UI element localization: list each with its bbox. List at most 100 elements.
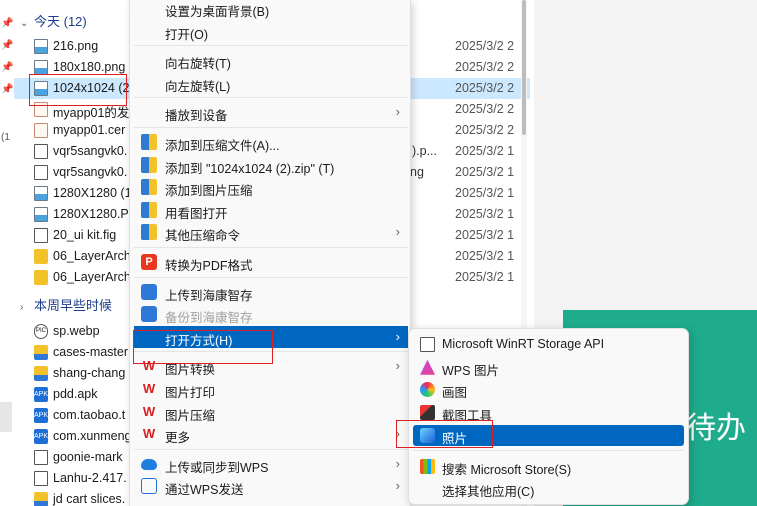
menu-separator [134, 97, 408, 99]
hik-icon [141, 306, 157, 323]
file-name: cases-master [53, 345, 129, 359]
open-with-submenu: Microsoft WinRT Storage API WPS 图片 画图 截图工具照… [408, 328, 689, 505]
file-name: vqr5sangvk0. [53, 144, 128, 158]
file-name: jd cart slices. [53, 492, 126, 506]
menu-item-label: 其他压缩命令 [165, 229, 241, 244]
menu-item-o[interactable]: 打开(O) [134, 20, 408, 42]
menu-item-item-10[interactable]: 添加到图片压缩 [134, 176, 408, 198]
menu-item-label: 上传或同步到WPS [165, 460, 269, 475]
png-file-icon [34, 207, 48, 222]
pin-icon: 📌 [1, 62, 14, 73]
webp-file-icon: PIC [34, 324, 48, 339]
group-header-earlier-this-week[interactable]: › 本周早些时候 [20, 295, 112, 314]
menu-item-item-16[interactable]: 上传到海康智存 [134, 281, 408, 303]
menu-item-item-17: 备份到海康智存 [134, 303, 408, 325]
submenu-item-c[interactable]: 选择其他应用(C) [413, 478, 684, 499]
folder-icon [34, 270, 48, 285]
menu-item-1024x1024-2-zip-t[interactable]: 添加到 "1024x1024 (2).zip" (T) [134, 154, 408, 176]
document-file-icon [34, 450, 48, 465]
file-name: com.taobao.t [53, 408, 126, 422]
pdf-icon: P [141, 254, 157, 270]
file-name: 1280X1280 (1 [53, 186, 132, 200]
menu-separator [413, 449, 684, 451]
menu-separator [134, 448, 408, 450]
file-name: goonie-mark [53, 450, 123, 464]
wps-icon: W [142, 403, 156, 419]
chevron-right-icon: › [395, 328, 400, 344]
wps-icon: W [142, 426, 156, 442]
chevron-right-icon: › [395, 478, 400, 494]
send-icon [141, 478, 157, 495]
document-icon [420, 337, 435, 352]
hik-icon [141, 283, 157, 300]
submenu-item-app-2[interactable]: 画图 [413, 379, 684, 400]
zip-folder-icon [34, 345, 48, 360]
scrollbar-thumb[interactable] [522, 0, 526, 135]
lanhu-app-icon [34, 471, 48, 486]
menu-item-b[interactable]: 设置为桌面背景(B) [134, 0, 408, 19]
annotation-box-selected-file [29, 74, 127, 106]
archive-icon [141, 224, 157, 241]
apk-file-icon: APK [34, 408, 48, 423]
file-name: 1280X1280.PI [53, 207, 133, 221]
menu-item-pdf[interactable]: P 转换为PDF格式 [134, 251, 408, 273]
snipping-tool-icon [420, 405, 435, 421]
menu-item-item-22[interactable]: W 图片压缩 [134, 401, 408, 423]
file-date: 2025/3/2 2 [455, 81, 515, 95]
archive-icon [141, 134, 157, 150]
menu-item-label: 向右旋转(T) [165, 57, 231, 72]
file-name: 180x180.png [53, 60, 126, 74]
menu-item-label: 添加到压缩文件(A)... [165, 139, 280, 153]
submenu-item-wps[interactable]: WPS 图片 [413, 357, 684, 378]
file-name: sp.webp [53, 324, 100, 338]
menu-separator [134, 127, 408, 128]
menu-separator [134, 276, 408, 278]
chevron-right-icon: › [395, 224, 400, 240]
file-name: 06_LayerArch [53, 249, 131, 263]
menu-item-item-11[interactable]: 用看图打开 [134, 199, 408, 221]
store-icon [420, 458, 435, 474]
chevron-right-icon: › [395, 358, 400, 374]
menu-item-label: 通过WPS发送 [165, 483, 244, 498]
file-date: 2025/3/2 2 [455, 39, 515, 53]
submenu-item-microsoft-store-s[interactable]: 搜索 Microsoft Store(S) [413, 456, 684, 477]
menu-item-item-6[interactable]: 播放到设备 › [134, 101, 408, 123]
document-file-icon [34, 165, 48, 180]
context-menu: 设置为桌面背景(B) 打开(O) 向右旋转(T) 向左旋转(L) 播放到设备 › 添加到压缩… [129, 0, 411, 506]
file-name: com.xunmeng [53, 429, 132, 443]
menu-item-label: 备份到海康智存 [165, 311, 253, 326]
menu-item-wps[interactable]: 通过WPS发送 › [134, 475, 408, 497]
file-date: 2025/3/2 1 [455, 186, 515, 200]
menu-item-label: 用看图打开 [165, 206, 228, 221]
submenu-item-label: Microsoft WinRT Storage API [442, 337, 605, 351]
archive-icon [141, 156, 157, 173]
nav-scrollbar[interactable] [0, 402, 12, 432]
menu-item-item-21[interactable]: W 图片打印 [134, 378, 408, 400]
menu-item-label: 更多 [165, 431, 191, 446]
cloud-icon [141, 458, 157, 470]
pin-icon: 📌 [1, 84, 14, 95]
file-name: 216.png [53, 39, 99, 53]
group-label: 今天 (12) [34, 14, 87, 29]
menu-item-item-23[interactable]: W 更多 › [134, 423, 408, 445]
group-header-today[interactable]: ⌄ 今天 (12) [20, 11, 87, 30]
menu-item-item-12[interactable]: 其他压缩命令 › [134, 221, 408, 243]
submenu-item-microsoft-winrt-storage-api[interactable]: Microsoft WinRT Storage API [413, 334, 684, 355]
wps-icon: W [142, 381, 156, 396]
menu-item-label: 图片压缩 [165, 408, 216, 423]
wps-picture-icon [420, 359, 435, 375]
menu-item-l[interactable]: 向左旋转(L) [134, 72, 408, 94]
menu-item-t[interactable]: 向右旋转(T) [134, 49, 408, 71]
cert-file-icon [34, 123, 48, 138]
file-date: 2025/3/2 1 [455, 144, 515, 158]
chevron-down-icon[interactable]: ⌄ [20, 18, 34, 29]
submenu-item-label: 选择其他应用(C) [442, 485, 535, 500]
menu-item-label: 上传到海康智存 [165, 288, 253, 303]
menu-item-wps[interactable]: 上传或同步到WPS › [134, 453, 408, 475]
png-file-icon [34, 39, 48, 54]
archive-icon [141, 179, 157, 196]
menu-item-a[interactable]: 添加到压缩文件(A)... [134, 131, 408, 153]
submenu-item-label: WPS 图片 [442, 363, 499, 378]
chevron-right-icon[interactable]: › [20, 302, 34, 313]
annotation-box-photos [396, 420, 493, 448]
